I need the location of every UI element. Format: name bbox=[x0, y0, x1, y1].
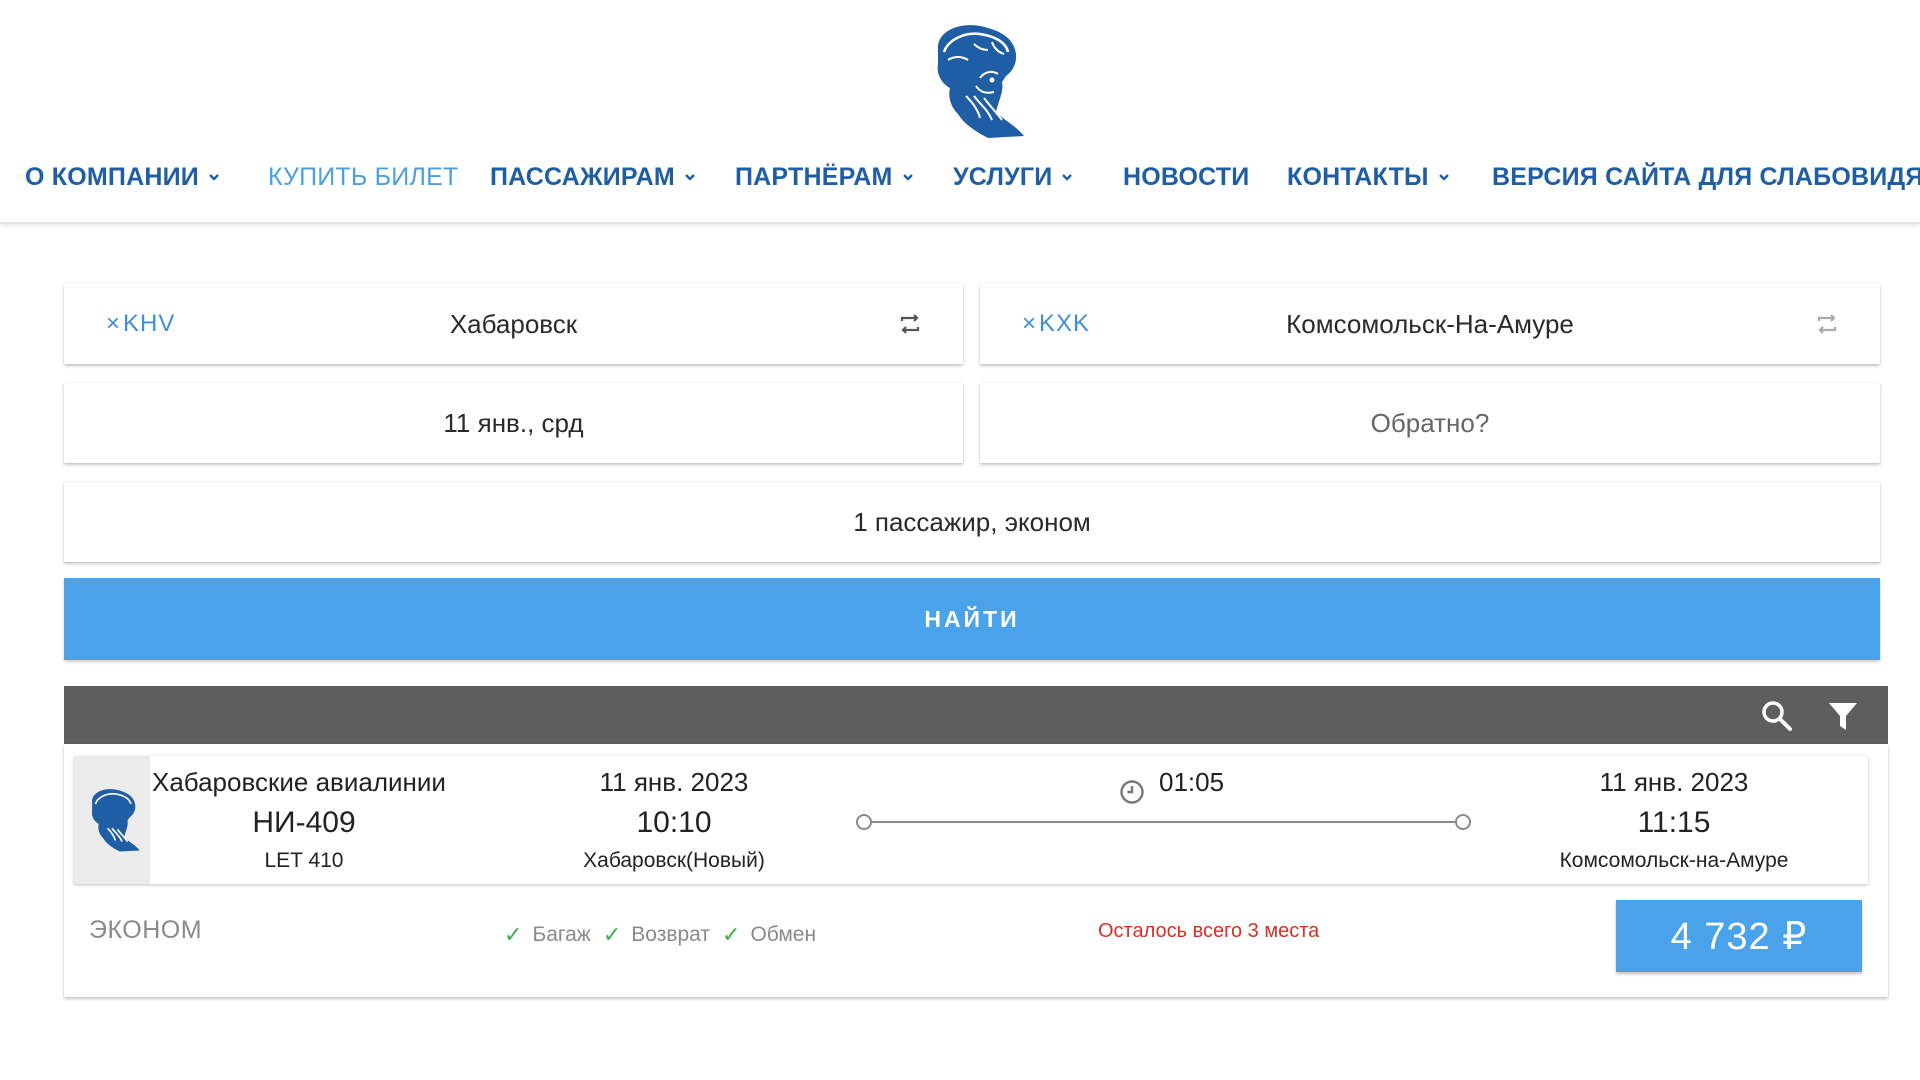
destination-city: Комсомольск-На-Амуре bbox=[1286, 308, 1574, 339]
destination-field[interactable]: × KXK Комсомольск-На-Амуре bbox=[980, 284, 1880, 364]
nav-label: ПАССАЖИРАМ bbox=[490, 162, 675, 191]
origin-code-text: KHV bbox=[123, 310, 176, 337]
feature-refund: Возврат bbox=[631, 923, 711, 946]
passengers-value: 1 пассажир, эконом bbox=[853, 506, 1091, 537]
check-icon: ✓ bbox=[722, 922, 741, 947]
return-date-placeholder: Обратно? bbox=[1370, 407, 1490, 438]
chevron-down-icon bbox=[1438, 174, 1449, 181]
search-icon[interactable] bbox=[1760, 699, 1794, 733]
seats-left-warning: Осталось всего 3 места bbox=[1098, 920, 1320, 942]
fare-class: ЭКОНОМ bbox=[89, 916, 203, 944]
origin-field[interactable]: × KHV Хабаровск bbox=[64, 284, 963, 364]
depart-date-value: 11 янв., срд bbox=[443, 407, 584, 438]
chevron-down-icon bbox=[209, 174, 219, 181]
nav-item-about[interactable]: О КОМПАНИИ bbox=[25, 152, 220, 202]
nav-label: НОВОСТИ bbox=[1123, 162, 1250, 191]
route-end-dot bbox=[1455, 814, 1471, 830]
main-nav: О КОМПАНИИ КУПИТЬ БИЛЕТ ПАССАЖИРАМ ПАРТН… bbox=[0, 152, 1920, 202]
chevron-down-icon bbox=[902, 174, 913, 181]
nav-item-partners[interactable]: ПАРТНЁРАМ bbox=[735, 152, 914, 202]
nav-label: КОНТАКТЫ bbox=[1287, 162, 1429, 191]
origin-city: Хабаровск bbox=[449, 308, 578, 339]
nav-item-services[interactable]: УСЛУГИ bbox=[953, 152, 1073, 202]
clock-icon bbox=[1120, 780, 1144, 804]
nav-label: ПАРТНЁРАМ bbox=[735, 162, 893, 191]
origin-code[interactable]: × KHV bbox=[106, 284, 175, 364]
chevron-down-icon bbox=[1062, 174, 1073, 181]
nav-label: О КОМПАНИИ bbox=[25, 162, 199, 191]
depart-time: 10:10 bbox=[636, 806, 712, 839]
flight-number: НИ-409 bbox=[252, 806, 356, 839]
airline-name: Хабаровские авиалинии bbox=[152, 767, 446, 797]
flight-duration: 01:05 bbox=[1159, 767, 1225, 797]
nav-label: КУПИТЬ БИЛЕТ bbox=[268, 162, 459, 191]
destination-code[interactable]: × KXK bbox=[1022, 284, 1090, 364]
feature-baggage: Багаж bbox=[532, 923, 591, 946]
filter-icon[interactable] bbox=[1826, 699, 1860, 733]
swap-icon[interactable] bbox=[897, 312, 923, 336]
price-button[interactable]: 4 732 ₽ bbox=[1616, 900, 1862, 972]
nav-item-news[interactable]: НОВОСТИ bbox=[1123, 152, 1249, 202]
nav-label: УСЛУГИ bbox=[953, 162, 1053, 191]
depart-date: 11 янв. 2023 bbox=[599, 767, 749, 797]
passengers-field[interactable]: 1 пассажир, эконом bbox=[64, 482, 1880, 562]
find-button[interactable]: НАЙТИ bbox=[64, 578, 1880, 660]
flight-result-card[interactable]: Хабаровские авиалинии НИ-409 LET 410 11 … bbox=[64, 744, 1888, 997]
flight-row[interactable]: Хабаровские авиалинии НИ-409 LET 410 11 … bbox=[74, 756, 1868, 884]
route-start-dot bbox=[856, 814, 872, 830]
destination-code-text: KXK bbox=[1039, 310, 1091, 337]
company-logo[interactable] bbox=[918, 20, 1030, 142]
feature-exchange: Обмен bbox=[750, 923, 817, 946]
check-icon: ✓ bbox=[504, 922, 523, 947]
arrive-time: 11:15 bbox=[1637, 806, 1711, 839]
nav-item-buy-ticket[interactable]: КУПИТЬ БИЛЕТ bbox=[268, 152, 458, 202]
nav-item-passengers[interactable]: ПАССАЖИРАМ bbox=[490, 152, 696, 202]
aircraft-type: LET 410 bbox=[264, 849, 344, 872]
chevron-down-icon bbox=[685, 174, 695, 181]
depart-airport: Хабаровск(Новый) bbox=[583, 849, 765, 872]
depart-date-field[interactable]: 11 янв., срд bbox=[64, 383, 963, 463]
check-icon: ✓ bbox=[602, 922, 622, 947]
airline-logo-icon bbox=[91, 789, 140, 852]
nav-label: ВЕРСИЯ САЙТА ДЛЯ СЛАБОВИДЯЩИХ bbox=[1492, 162, 1920, 191]
arrive-airport: Комсомольск-на-Амуре bbox=[1559, 849, 1789, 872]
site-header: О КОМПАНИИ КУПИТЬ БИЛЕТ ПАССАЖИРАМ ПАРТН… bbox=[0, 0, 1920, 224]
airline-logo bbox=[74, 756, 150, 884]
arrive-date: 11 янв. 2023 bbox=[1599, 767, 1749, 797]
route-line bbox=[864, 821, 1464, 823]
clear-icon[interactable]: × bbox=[106, 310, 121, 338]
return-date-field[interactable]: Обратно? bbox=[980, 383, 1880, 463]
nav-item-contacts[interactable]: КОНТАКТЫ bbox=[1287, 152, 1450, 202]
results-toolbar bbox=[64, 686, 1888, 744]
swap-icon[interactable] bbox=[1814, 312, 1840, 336]
clear-icon[interactable]: × bbox=[1022, 310, 1037, 338]
fare-features: ✓ Багаж ✓ Возврат ✓ Обмен bbox=[504, 922, 828, 948]
nav-item-accessible-version[interactable]: ВЕРСИЯ САЙТА ДЛЯ СЛАБОВИДЯЩИХ bbox=[1492, 152, 1920, 202]
